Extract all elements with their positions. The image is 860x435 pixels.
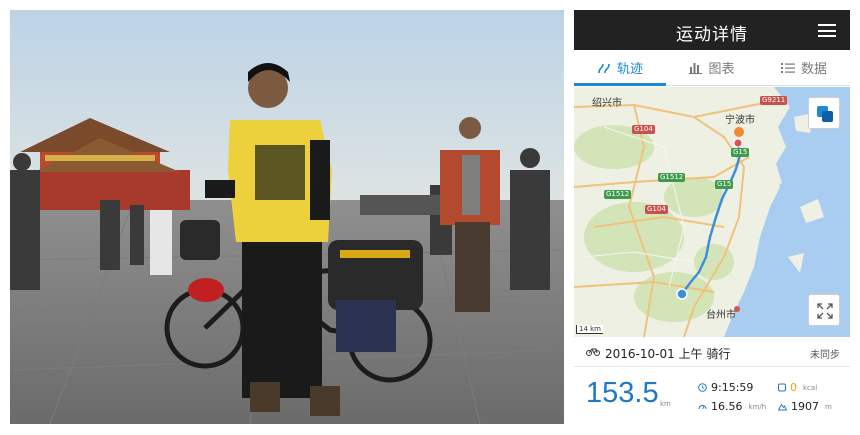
road-label: G1512: [658, 173, 686, 182]
road-label: G9211: [760, 96, 788, 105]
elevation-unit: m: [825, 402, 832, 411]
speed-stat: 16.56 km/h: [698, 400, 766, 413]
city-label: 绍兴市: [592, 98, 622, 109]
road-label: G104: [632, 125, 655, 134]
city-marker: [734, 127, 744, 137]
title-bar: 运动详情: [574, 10, 850, 50]
sport-detail-screen: 运动详情 轨迹 图表 数据 绍兴市 宁波市 台州市 G9211 G104 G15…: [574, 10, 850, 424]
tab-track[interactable]: 轨迹: [574, 50, 666, 86]
activity-header: 2016-10-01 上午 骑行 未同步: [574, 337, 850, 367]
cyclist-photo: [10, 10, 564, 424]
tab-track-label: 轨迹: [616, 62, 643, 77]
city-label: 宁波市: [725, 115, 755, 126]
clock-icon: [698, 383, 707, 392]
road-label: G1512: [604, 190, 632, 199]
menu-icon[interactable]: [818, 24, 836, 37]
tab-chart-label: 图表: [708, 62, 735, 77]
elevation-stat: 1907 m: [778, 400, 832, 413]
duration-value: 9:15:59: [711, 381, 754, 394]
activity-date: 2016-10-01 上午 骑行: [605, 347, 731, 361]
tab-data-label: 数据: [800, 62, 827, 77]
tab-chart[interactable]: 图表: [666, 50, 758, 85]
speed-value: 16.56: [711, 400, 743, 413]
layers-icon: [817, 106, 833, 122]
tab-data[interactable]: 数据: [758, 50, 850, 85]
calories-unit: kcal: [803, 383, 818, 392]
bar-chart-icon: [689, 63, 703, 74]
distance-unit: km: [660, 400, 671, 408]
calories-icon: [778, 383, 786, 392]
route-start-marker: [676, 288, 688, 300]
fullscreen-icon: [817, 303, 833, 319]
sync-status: 未同步: [810, 350, 840, 361]
map-fullscreen-button[interactable]: [808, 294, 840, 326]
activity-summary: 2016-10-01 上午 骑行 未同步 153.5 km 9:15:59 16…: [574, 337, 850, 424]
calories-stat: 0 kcal: [778, 381, 817, 394]
road-label: G15: [731, 148, 750, 157]
speedometer-icon: [698, 405, 707, 410]
list-icon: [780, 62, 795, 73]
city-label: 台州市: [706, 310, 736, 321]
track-icon: [598, 63, 610, 73]
speed-unit: km/h: [748, 402, 767, 411]
elevation-value: 1907: [791, 400, 819, 413]
tab-bar: 轨迹 图表 数据: [574, 50, 850, 86]
distance-value: 153.5: [586, 377, 659, 409]
route-end-marker: [733, 138, 743, 148]
duration-stat: 9:15:59: [698, 381, 753, 394]
road-label: G104: [645, 205, 668, 214]
bicycle-icon: [586, 348, 600, 356]
calories-value: 0: [790, 381, 797, 394]
road-label: G15: [715, 180, 734, 189]
map-layer-button[interactable]: [808, 97, 840, 129]
mountain-icon: [778, 403, 787, 411]
route-map[interactable]: 绍兴市 宁波市 台州市 G9211 G104 G15 G1512 G15 G15…: [574, 87, 850, 337]
map-scale: 14 km: [576, 325, 604, 334]
page-title: 运动详情: [676, 25, 748, 45]
